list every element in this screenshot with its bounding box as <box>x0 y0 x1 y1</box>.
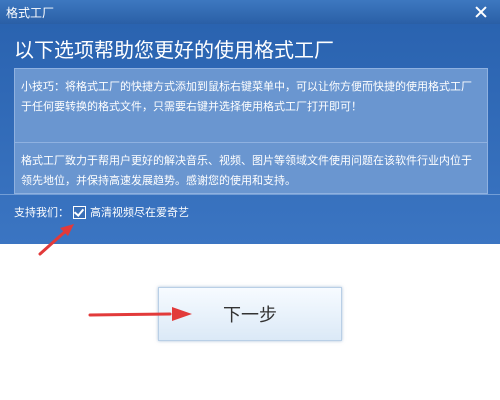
arrow-to-next-icon <box>88 307 192 321</box>
annotation-arrows <box>38 224 192 321</box>
installer-window: 格式工厂 以下选项帮助您更好的使用格式工厂 小技巧：将格式工厂的快捷方式添加到鼠… <box>0 0 500 400</box>
arrow-to-checkbox-icon <box>38 224 74 256</box>
